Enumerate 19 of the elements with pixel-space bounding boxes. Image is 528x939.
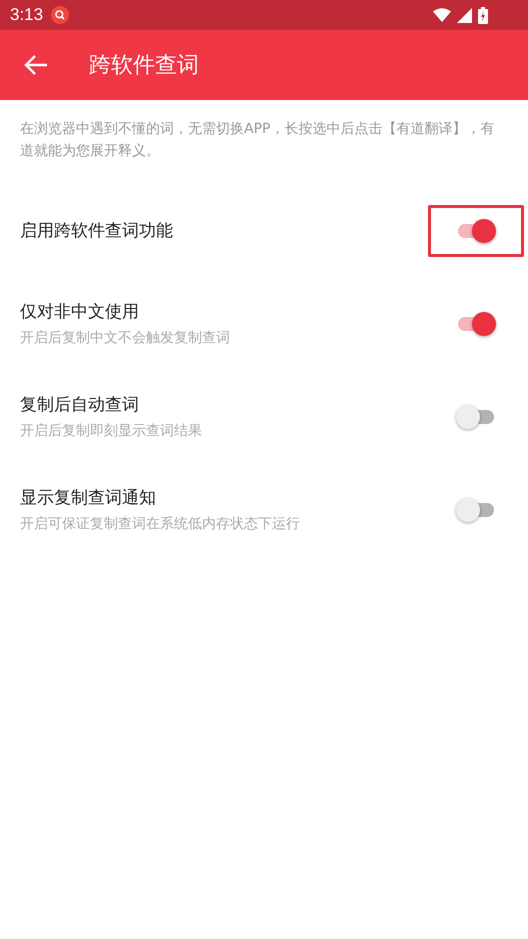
status-time: 3:13 — [10, 5, 44, 25]
back-arrow-icon[interactable] — [24, 54, 48, 76]
setting-title: 启用跨软件查词功能 — [20, 220, 174, 242]
setting-subtitle: 开启可保证复制查词在系统低内存状态下运行 — [20, 515, 301, 533]
search-icon — [51, 6, 70, 24]
setting-subtitle: 开启后复制即刻显示查词结果 — [20, 422, 203, 440]
wifi-icon — [433, 8, 451, 22]
page-title: 跨软件查词 — [89, 52, 199, 80]
toggle-switch[interactable] — [456, 310, 496, 336]
toggle-switch[interactable] — [456, 496, 496, 522]
setting-title: 显示复制查词通知 — [20, 487, 157, 509]
setting-title: 复制后自动查词 — [20, 394, 140, 416]
signal-icon — [457, 8, 472, 22]
description-text: 在浏览器中遇到不懂的词，无需切换APP，长按选中后点击【有道翻译】，有道就能为您展开释义。 — [20, 120, 496, 161]
battery-icon — [478, 6, 488, 24]
toggle-switch[interactable] — [456, 404, 496, 430]
setting-subtitle: 开启后复制中文不会触发复制查词 — [20, 329, 231, 347]
toggle-switch[interactable] — [456, 218, 496, 244]
setting-title: 仅对非中文使用 — [20, 301, 140, 323]
